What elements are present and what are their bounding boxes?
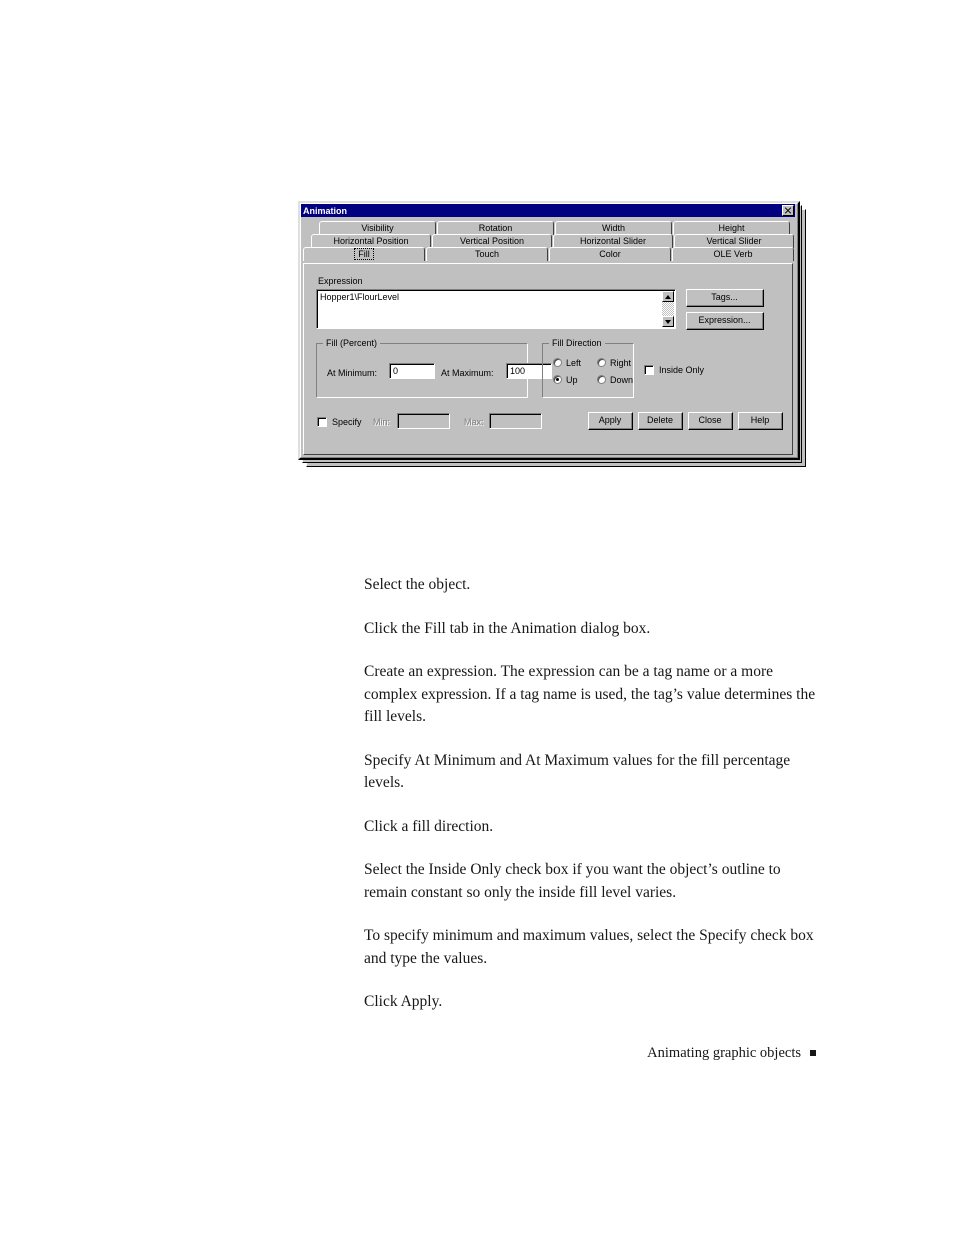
close-button-label: Close xyxy=(689,413,732,429)
tab-visibility[interactable]: Visibility xyxy=(319,221,436,235)
delete-button[interactable]: Delete xyxy=(638,412,683,430)
tab-strip: Visibility Rotation Width Height Horizon… xyxy=(303,221,795,261)
tab-row-3: Fill Touch Color OLE Verb xyxy=(303,247,795,261)
radio-left[interactable] xyxy=(553,358,562,367)
at-minimum-label: At Minimum: xyxy=(327,368,378,378)
step-paragraph: To specify minimum and maximum values, s… xyxy=(364,927,814,967)
footer-square-icon xyxy=(810,1050,816,1056)
step-paragraph: Select the object. xyxy=(364,576,471,593)
tab-vertical-position[interactable]: Vertical Position xyxy=(432,234,552,248)
tab-horizontal-slider-label: Horizontal Slider xyxy=(579,236,647,246)
dialog-title: Animation xyxy=(303,205,347,216)
scroll-down-icon[interactable] xyxy=(662,316,674,327)
delete-button-label: Delete xyxy=(639,413,682,429)
expression-label: Expression xyxy=(318,276,363,286)
tab-horizontal-slider[interactable]: Horizontal Slider xyxy=(553,234,673,248)
max-value xyxy=(490,414,541,428)
step-paragraph: Click a fill direction. xyxy=(364,817,494,835)
radio-right[interactable] xyxy=(597,358,606,367)
tab-visibility-label: Visibility xyxy=(361,223,394,233)
tab-fill-label: Fill xyxy=(354,248,374,260)
tab-width[interactable]: Width xyxy=(555,221,672,235)
fill-direction-group: Fill Direction Left Right Up Down xyxy=(542,338,634,398)
step-paragraph: Select the Inside Only check box if you … xyxy=(364,861,781,901)
tab-horizontal-position[interactable]: Horizontal Position xyxy=(311,234,431,248)
fill-direction-caption: Fill Direction xyxy=(549,338,605,348)
expression-input[interactable]: Hopper1\FlourLevel xyxy=(316,289,676,329)
tab-ole-verb-label: OLE Verb xyxy=(713,249,753,259)
tab-color[interactable]: Color xyxy=(549,247,671,261)
animation-dialog-screenshot: Animation Visibility Rotation Width Heig… xyxy=(298,201,806,467)
tab-horizontal-position-label: Horizontal Position xyxy=(333,236,409,246)
inside-only-label: Inside Only xyxy=(659,365,705,375)
tab-touch-label: Touch xyxy=(474,249,500,259)
step-paragraph: Create an expression. The expression can… xyxy=(364,663,816,725)
dialog-titlebar[interactable]: Animation xyxy=(301,204,795,217)
tab-touch[interactable]: Touch xyxy=(426,247,548,261)
tab-rotation-label: Rotation xyxy=(478,223,513,233)
help-button-label: Help xyxy=(739,413,782,429)
at-minimum-value: 0 xyxy=(390,364,434,378)
radio-left-label: Left xyxy=(566,358,582,368)
max-label: Max: xyxy=(464,417,484,427)
instruction-steps: Select the object. Click the Fill tab in… xyxy=(364,574,816,1035)
tab-row-2: Horizontal Position Vertical Position Ho… xyxy=(303,234,795,248)
radio-down-label: Down xyxy=(610,375,634,385)
help-button[interactable]: Help xyxy=(738,412,783,430)
radio-up[interactable] xyxy=(553,375,562,384)
max-input[interactable] xyxy=(489,413,542,429)
inside-only-checkbox[interactable] xyxy=(644,365,654,375)
expression-scrollbar[interactable] xyxy=(662,291,674,327)
tab-ole-verb[interactable]: OLE Verb xyxy=(672,247,794,261)
expression-button-label: Expression... xyxy=(687,313,763,329)
scroll-up-icon[interactable] xyxy=(662,291,674,302)
scrollbar-track[interactable] xyxy=(662,302,674,316)
tab-fill[interactable]: Fill xyxy=(303,247,425,261)
min-label: Min: xyxy=(373,417,391,427)
tab-row-1: Visibility Rotation Width Height xyxy=(303,221,795,235)
tags-button[interactable]: Tags... xyxy=(686,289,764,307)
specify-label: Specify xyxy=(332,417,362,427)
min-input[interactable] xyxy=(397,413,450,429)
radio-up-label: Up xyxy=(566,375,578,385)
expression-button[interactable]: Expression... xyxy=(686,312,764,330)
fill-percent-caption: Fill (Percent) xyxy=(323,338,381,348)
step-paragraph: Specify At Minimum and At Maximum values… xyxy=(364,751,791,792)
radio-down[interactable] xyxy=(597,375,606,384)
close-button[interactable]: Close xyxy=(688,412,733,430)
min-value xyxy=(398,414,449,428)
tab-height[interactable]: Height xyxy=(673,221,790,235)
tab-color-label: Color xyxy=(599,249,621,259)
tab-vertical-position-label: Vertical Position xyxy=(459,236,525,246)
step-paragraph: Click the Fill tab in the Animation dial… xyxy=(364,619,651,637)
expression-value: Hopper1\FlourLevel xyxy=(320,292,400,302)
at-maximum-label: At Maximum: xyxy=(441,368,494,378)
apply-button[interactable]: Apply xyxy=(588,412,633,430)
apply-button-label: Apply xyxy=(589,413,632,429)
footer-text: Animating graphic objects xyxy=(647,1045,801,1061)
page-footer: Animating graphic objects xyxy=(364,1045,816,1062)
fill-tab-page: Expression Hopper1\FlourLevel Tags... Ex… xyxy=(303,263,793,455)
step-paragraph: Click Apply. xyxy=(364,993,443,1010)
tags-button-label: Tags... xyxy=(687,290,763,306)
at-minimum-input[interactable]: 0 xyxy=(389,363,435,379)
fill-percent-group: Fill (Percent) At Minimum: 0 At Maximum:… xyxy=(316,338,552,398)
radio-right-label: Right xyxy=(610,358,632,368)
close-icon[interactable] xyxy=(782,205,794,216)
tab-rotation[interactable]: Rotation xyxy=(437,221,554,235)
specify-checkbox[interactable] xyxy=(317,417,327,427)
tab-height-label: Height xyxy=(718,223,745,233)
tab-width-label: Width xyxy=(601,223,625,233)
tab-vertical-slider-label: Vertical Slider xyxy=(706,236,762,246)
tab-vertical-slider[interactable]: Vertical Slider xyxy=(674,234,794,248)
animation-dialog: Animation Visibility Rotation Width Heig… xyxy=(298,201,800,460)
